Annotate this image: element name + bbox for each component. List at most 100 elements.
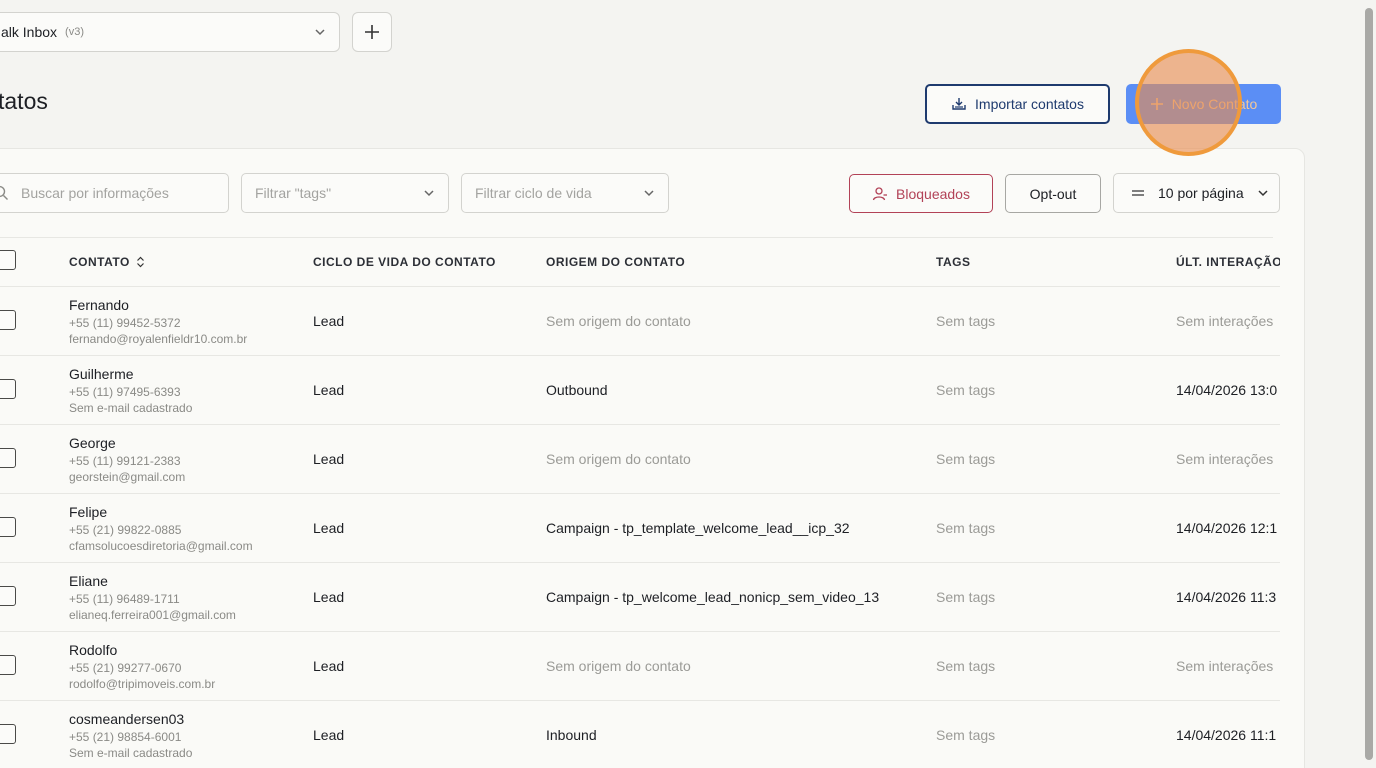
contact-tags: Sem tags [936, 520, 996, 536]
contact-tags: Sem tags [936, 382, 996, 398]
contact-phone: +55 (21) 99822-0885 [69, 523, 182, 537]
menu-lines-icon [1132, 190, 1144, 196]
search-icon [0, 185, 8, 200]
blocked-label: Bloqueados [896, 185, 970, 202]
optout-label: Opt-out [1029, 185, 1077, 202]
table-row[interactable]: Felipe +55 (21) 99822-0885 cfamsolucoesd… [0, 493, 1280, 562]
contact-origin: Campaign - tp_template_welcome_lead__icp… [546, 520, 850, 536]
column-header-tags: TAGS [936, 255, 971, 269]
contact-lifecycle: Lead [313, 313, 345, 329]
lifecycle-filter-select[interactable]: Filtrar ciclo de vida [461, 173, 669, 213]
per-page-select[interactable]: 10 por página [1113, 173, 1280, 213]
contact-last-interaction: Sem interações [1176, 658, 1274, 674]
contact-email: elianeq.ferreira001@gmail.com [69, 608, 236, 622]
scrollbar-thumb[interactable] [1365, 8, 1373, 760]
contact-last-interaction: 14/04/2026 13:0 [1176, 382, 1278, 398]
contact-name[interactable]: Rodolfo [69, 642, 117, 658]
row-checkbox[interactable] [0, 586, 16, 606]
user-blocked-icon [872, 186, 888, 200]
table-divider [0, 237, 1273, 238]
table-row[interactable]: cosmeandersen03 +55 (21) 98854-6001 Sem … [0, 700, 1280, 768]
row-checkbox[interactable] [0, 379, 16, 399]
contact-last-interaction: 14/04/2026 12:1 [1176, 520, 1278, 536]
import-contacts-button[interactable]: Importar contatos [925, 84, 1110, 124]
contact-origin: Sem origem do contato [546, 658, 691, 674]
contact-origin: Outbound [546, 382, 608, 398]
search-input[interactable]: Buscar por informações [0, 173, 229, 213]
import-icon [952, 98, 966, 110]
contact-phone: +55 (11) 97495-6393 [69, 385, 181, 399]
contact-email: cfamsolucoesdiretoria@gmail.com [69, 539, 253, 553]
chevron-down-icon [644, 190, 654, 197]
column-header-last-interaction: ÚLT. INTERAÇÃO [1176, 255, 1280, 269]
contact-origin: Campaign - tp_welcome_lead_nonicp_sem_vi… [546, 589, 880, 605]
contact-phone: +55 (11) 96489-1711 [69, 592, 180, 606]
contact-tags: Sem tags [936, 313, 996, 329]
contact-lifecycle: Lead [313, 382, 345, 398]
table-row[interactable]: Eliane +55 (11) 96489-1711 elianeq.ferre… [0, 562, 1280, 631]
per-page-label: 10 por página [1158, 185, 1244, 201]
sort-icon[interactable] [136, 256, 145, 268]
table-row[interactable]: Guilherme +55 (11) 97495-6393 Sem e-mail… [0, 355, 1280, 424]
new-contact-label: Novo Contato [1171, 96, 1258, 112]
contact-last-interaction: 14/04/2026 11:3 [1176, 589, 1277, 605]
contact-lifecycle: Lead [313, 727, 345, 743]
optout-button[interactable]: Opt-out [1005, 174, 1101, 213]
column-contact-label: CONTATO [69, 255, 130, 269]
new-contact-button[interactable]: Novo Contato [1126, 84, 1281, 124]
tags-filter-placeholder: Filtrar "tags" [255, 185, 332, 201]
contact-phone: +55 (21) 99277-0670 [69, 661, 182, 675]
row-checkbox[interactable] [0, 517, 16, 537]
contact-tags: Sem tags [936, 589, 996, 605]
row-checkbox[interactable] [0, 448, 16, 468]
search-placeholder: Buscar por informações [21, 185, 169, 201]
row-checkbox[interactable] [0, 655, 16, 675]
plus-icon [1150, 98, 1163, 110]
column-header-contact[interactable]: CONTATO [69, 255, 145, 269]
table-row[interactable]: Rodolfo +55 (21) 99277-0670 rodolfo@trip… [0, 631, 1280, 700]
contact-name[interactable]: Felipe [69, 504, 107, 520]
contact-last-interaction: Sem interações [1176, 313, 1274, 329]
contact-name[interactable]: George [69, 435, 116, 451]
chevron-down-icon [424, 190, 434, 197]
contact-tags: Sem tags [936, 658, 996, 674]
contact-origin: Sem origem do contato [546, 313, 691, 329]
table-row[interactable]: George +55 (11) 99121-2383 georstein@gma… [0, 424, 1280, 493]
lifecycle-filter-placeholder: Filtrar ciclo de vida [475, 185, 592, 201]
contact-phone: +55 (11) 99452-5372 [69, 316, 181, 330]
contact-email: Sem e-mail cadastrado [69, 746, 193, 760]
select-all-checkbox[interactable] [0, 250, 16, 270]
tags-filter-select[interactable]: Filtrar "tags" [241, 173, 449, 213]
contact-lifecycle: Lead [313, 589, 345, 605]
contact-phone: +55 (21) 98854-6001 [69, 730, 182, 744]
chevron-down-icon [1258, 190, 1268, 197]
contact-last-interaction: 14/04/2026 11:1 [1176, 727, 1277, 743]
column-header-lifecycle: CICLO DE VIDA DO CONTATO [313, 255, 496, 269]
blocked-button[interactable]: Bloqueados [849, 174, 993, 213]
contact-name[interactable]: Guilherme [69, 366, 134, 382]
contact-origin: Sem origem do contato [546, 451, 691, 467]
add-inbox-button[interactable] [352, 12, 392, 52]
contact-last-interaction: Sem interações [1176, 451, 1274, 467]
contact-name[interactable]: Fernando [69, 297, 129, 313]
import-contacts-label: Importar contatos [975, 96, 1084, 112]
column-header-origin: ORIGEM DO CONTATO [546, 255, 686, 269]
contact-email: Sem e-mail cadastrado [69, 401, 193, 415]
contact-origin: Inbound [546, 727, 597, 743]
chevron-down-icon [315, 29, 325, 36]
row-checkbox[interactable] [0, 724, 16, 744]
contact-email: fernando@royalenfieldr10.com.br [69, 332, 248, 346]
contact-email: georstein@gmail.com [69, 470, 186, 484]
plus-icon [365, 25, 379, 39]
inbox-select[interactable]: alk Inbox (v3) [0, 12, 340, 52]
contact-email: rodolfo@tripimoveis.com.br [69, 677, 216, 691]
row-checkbox[interactable] [0, 310, 16, 330]
contact-name[interactable]: Eliane [69, 573, 108, 589]
contact-name[interactable]: cosmeandersen03 [69, 711, 184, 727]
contact-tags: Sem tags [936, 451, 996, 467]
page-title: tatos [0, 88, 48, 114]
inbox-version: (v3) [65, 26, 84, 38]
contact-tags: Sem tags [936, 727, 996, 743]
table-row[interactable]: Fernando +55 (11) 99452-5372 fernando@ro… [0, 286, 1280, 355]
contact-lifecycle: Lead [313, 520, 345, 536]
